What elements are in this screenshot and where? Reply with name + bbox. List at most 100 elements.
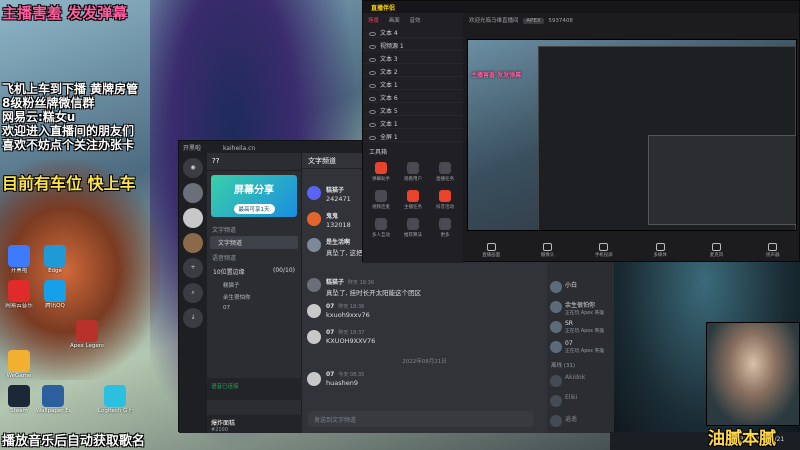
server-icon[interactable]: [183, 233, 203, 253]
member-item[interactable]: 小白: [547, 277, 614, 297]
server-icon[interactable]: [183, 183, 203, 203]
desktop-icon[interactable]: 网易云音乐: [2, 280, 36, 309]
action-button[interactable]: 多媒体: [645, 243, 675, 263]
member-item[interactable]: 余生很怕你 正在玩 Apex 英雄: [547, 297, 614, 317]
avatar[interactable]: [307, 186, 321, 200]
live-companion-window: 直播伴侣 场景 画面 音效 文本 4 视频源 1 文本 3 文本 2 文本 1 …: [362, 0, 800, 263]
eye-icon[interactable]: [369, 44, 376, 49]
message-input[interactable]: 发送到文字频道: [308, 411, 533, 427]
music-now-playing: 播放音乐后自动获取歌名: [2, 434, 146, 449]
source-item[interactable]: 文本 5: [363, 103, 463, 116]
tool-button[interactable]: 视频连麦: [365, 187, 397, 215]
avatar[interactable]: [307, 330, 321, 344]
source-item[interactable]: 文本 2: [363, 64, 463, 77]
voice-status: 语音已连接: [207, 378, 302, 400]
message-author[interactable]: 07 昨天 18:37: [326, 329, 541, 336]
channel-voice[interactable]: 10位置边缘 (00/10): [207, 264, 301, 279]
avatar[interactable]: [307, 304, 321, 318]
desktop-icon[interactable]: Edge: [38, 245, 72, 274]
tool-button[interactable]: 观看用户: [397, 159, 429, 187]
member-item[interactable]: SR 正在玩 Apex 英雄: [547, 317, 614, 337]
message: 07 昨天 18:37 KXUOH9XXV76: [302, 327, 547, 353]
server-name[interactable]: ??: [207, 153, 301, 171]
server-bar: ◉ + ⌕ ↓: [179, 153, 207, 433]
app-icon: [8, 245, 30, 267]
source-item[interactable]: 文本 3: [363, 51, 463, 64]
tab-scene[interactable]: 场景: [368, 18, 379, 24]
member-item[interactable]: 逍遥: [547, 411, 614, 431]
stream-preview[interactable]: 主播害羞 发发弹幕: [467, 39, 797, 231]
tool-button[interactable]: 推荐算法: [397, 215, 429, 243]
message-author[interactable]: 糕猫子 昨天 18:36: [326, 277, 541, 286]
offline-category: 离线 (31): [551, 363, 576, 369]
member-item[interactable]: Akidok: [547, 371, 614, 391]
source-item[interactable]: 全屏 1: [363, 129, 463, 142]
voice-category[interactable]: 语音频道: [207, 249, 301, 264]
member-item[interactable]: Eliki: [547, 391, 614, 411]
eye-icon[interactable]: [369, 83, 376, 88]
source-item[interactable]: 视频源 1: [363, 38, 463, 51]
desktop-icon[interactable]: 开黑啦: [2, 245, 36, 274]
avatar[interactable]: [307, 212, 321, 226]
eye-icon[interactable]: [369, 70, 376, 75]
app-icon: [76, 320, 98, 342]
channel-text[interactable]: 文字频道: [210, 236, 298, 249]
message-author[interactable]: 07 昨天 18:36: [326, 303, 541, 310]
action-button[interactable]: 手机投屏: [589, 243, 619, 263]
desktop-icon[interactable]: WeGame: [2, 350, 36, 379]
server-icon[interactable]: [183, 208, 203, 228]
user-panel[interactable]: 爆炸面糕 #2100: [207, 415, 302, 433]
game-badge[interactable]: APEX: [523, 18, 544, 24]
desktop-icon[interactable]: Logitech G HUB: [98, 385, 132, 414]
action-button[interactable]: 麦克风: [701, 243, 731, 263]
avatar[interactable]: [307, 238, 321, 252]
avatar[interactable]: [307, 372, 321, 386]
voice-user[interactable]: 07: [207, 303, 301, 313]
eye-icon[interactable]: [369, 122, 376, 127]
desktop-icon[interactable]: Wallpaper Engine: [36, 385, 70, 414]
tool-icon: [375, 190, 387, 202]
tool-button[interactable]: 弹幕助手: [365, 159, 397, 187]
screen-share-banner[interactable]: 屏幕分享 最高可享1天: [211, 175, 297, 217]
download-icon[interactable]: ↓: [183, 308, 203, 328]
eye-icon[interactable]: [369, 135, 376, 140]
tab-canvas[interactable]: 画面: [389, 18, 400, 24]
tool-button[interactable]: 抖音活动: [429, 187, 461, 215]
text-category[interactable]: 文字频道: [207, 221, 301, 236]
action-button[interactable]: 直播画面: [476, 243, 506, 263]
eye-icon[interactable]: [369, 96, 376, 101]
tool-button[interactable]: 直播任务: [429, 159, 461, 187]
tool-button[interactable]: 多人互动: [365, 215, 397, 243]
member-avatar: [550, 301, 562, 313]
add-server-icon[interactable]: +: [183, 258, 203, 278]
overlay-car: 目前有车位 快上车: [2, 174, 136, 193]
voice-user[interactable]: 余生很怕你: [207, 291, 301, 303]
source-item[interactable]: 文本 4: [363, 25, 463, 38]
tool-button[interactable]: 更多: [429, 215, 461, 243]
desktop-icon[interactable]: Apex Legends: [70, 320, 104, 349]
phone-icon: [599, 243, 609, 251]
eye-icon[interactable]: [369, 57, 376, 62]
action-button[interactable]: 扬声器: [758, 243, 788, 263]
tab-audio[interactable]: 音效: [410, 18, 421, 24]
app-icon: [44, 280, 66, 302]
eye-icon[interactable]: [369, 31, 376, 36]
desktop-icon[interactable]: Steam: [2, 385, 36, 414]
toolbox: 弹幕助手 观看用户 直播任务 视频连麦 主播任务 抖音活动 多人互动 推荐算法 …: [363, 159, 463, 243]
member-item[interactable]: 07 正在玩 Apex 英雄: [547, 337, 614, 357]
source-actions: 直播画面 摄像头 手机投屏 多媒体 麦克风 扬声器: [463, 243, 800, 263]
message-text: kxuoh9xxv76: [326, 311, 370, 319]
source-item[interactable]: 文本 1: [363, 77, 463, 90]
message-author[interactable]: 07 今天 08:35: [326, 371, 541, 378]
discover-icon[interactable]: ⌕: [183, 283, 203, 303]
source-item[interactable]: 文本 6: [363, 90, 463, 103]
app-icon: [42, 385, 64, 407]
source-item[interactable]: 文本 1: [363, 116, 463, 129]
voice-user[interactable]: 糕猫子: [207, 279, 301, 291]
eye-icon[interactable]: [369, 109, 376, 114]
tool-button[interactable]: 主播任务: [397, 187, 429, 215]
action-button[interactable]: 摄像头: [532, 243, 562, 263]
desktop-icon[interactable]: 腾讯QQ: [38, 280, 72, 309]
avatar[interactable]: [307, 278, 321, 292]
home-icon[interactable]: ◉: [183, 158, 203, 178]
